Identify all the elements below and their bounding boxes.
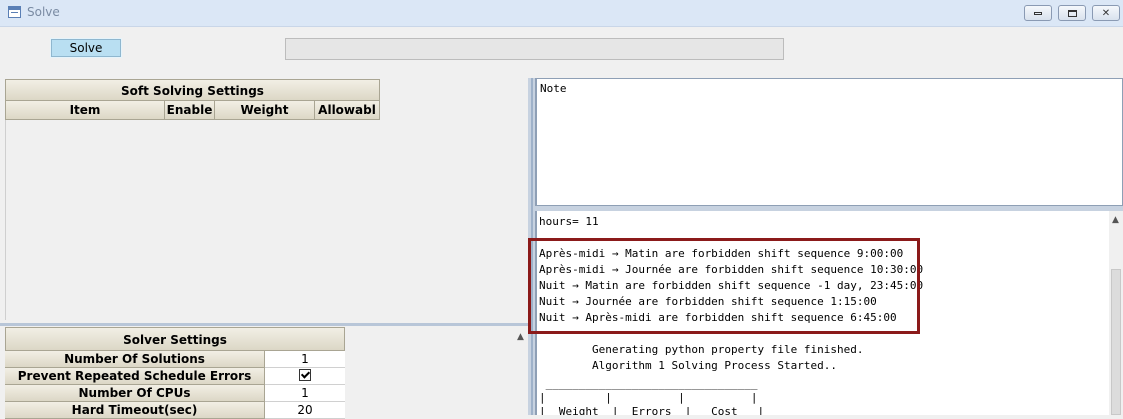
window-title: Solve: [27, 5, 60, 19]
log-output[interactable]: hours= 11 Après-midi → Matin are forbidd…: [535, 211, 1109, 415]
maximize-icon: [1067, 9, 1077, 17]
log-line: Nuit → Journée are forbidden shift seque…: [539, 295, 877, 308]
log-line: ________________________________: [539, 377, 758, 390]
horizontal-splitter[interactable]: [0, 323, 534, 326]
close-icon: ✕: [1101, 7, 1111, 19]
log-line: Nuit → Après-midi are forbidden shift se…: [539, 311, 897, 324]
log-line: Après-midi → Matin are forbidden shift s…: [539, 247, 904, 260]
scroll-up-icon[interactable]: ▲: [517, 332, 524, 342]
minimize-button[interactable]: [1024, 5, 1052, 21]
minimize-icon: [1034, 11, 1042, 15]
column-header-item[interactable]: Item: [5, 101, 165, 120]
log-line: Nuit → Matin are forbidden shift sequenc…: [539, 279, 924, 292]
note-textarea[interactable]: Note: [535, 78, 1123, 206]
log-line: Après-midi → Journée are forbidden shift…: [539, 263, 924, 276]
solver-row-label: Prevent Repeated Schedule Errors: [5, 368, 265, 385]
column-header-enable[interactable]: Enable: [165, 101, 215, 120]
scroll-up-icon[interactable]: ▲: [1112, 215, 1119, 225]
solver-settings-title: Solver Settings: [5, 327, 345, 351]
soft-settings-title: Soft Solving Settings: [5, 79, 380, 101]
solver-settings-scrollbar[interactable]: ▲: [514, 326, 528, 415]
column-header-weight[interactable]: Weight: [215, 101, 315, 120]
number-of-cpus-input[interactable]: 1: [265, 385, 345, 402]
column-header-allowable[interactable]: Allowabl: [315, 101, 380, 120]
note-label: Note: [540, 82, 567, 95]
soft-settings-header-row: Item Enable Weight Allowabl: [5, 101, 380, 120]
scrollbar-thumb[interactable]: [1111, 269, 1121, 415]
solver-row-prevent-repeated: Prevent Repeated Schedule Errors: [5, 368, 345, 385]
vertical-splitter-line: [531, 78, 533, 415]
solver-row-label: Number Of Solutions: [5, 351, 265, 368]
log-line: | | | |: [539, 391, 758, 404]
log-line: | Weight | Errors | Cost |: [539, 405, 765, 415]
close-button[interactable]: ✕: [1092, 5, 1120, 21]
solver-row-number-of-solutions: Number Of Solutions 1: [5, 351, 345, 368]
solver-row-number-of-cpus: Number Of CPUs 1: [5, 385, 345, 402]
solver-row-label: Number Of CPUs: [5, 385, 265, 402]
app-window-icon: [8, 6, 21, 18]
number-of-solutions-input[interactable]: 1: [265, 351, 345, 368]
title-bar: Solve ✕: [0, 0, 1123, 27]
prevent-repeated-cell: [265, 368, 345, 385]
progress-bar: [285, 38, 784, 60]
solver-row-hard-timeout: Hard Timeout(sec) 20: [5, 402, 345, 419]
solve-button[interactable]: Solve: [50, 38, 122, 58]
maximize-button[interactable]: [1058, 5, 1086, 21]
log-line: Generating python property file finished…: [539, 343, 864, 356]
hard-timeout-input[interactable]: 20: [265, 402, 345, 419]
log-line: Algorithm 1 Solving Process Started..: [539, 359, 838, 372]
solver-row-label: Hard Timeout(sec): [5, 402, 265, 419]
log-scrollbar[interactable]: ▲: [1109, 211, 1123, 415]
prevent-repeated-checkbox[interactable]: [299, 369, 311, 381]
log-line: hours= 11: [539, 215, 599, 228]
soft-settings-grid-border: [5, 120, 6, 320]
